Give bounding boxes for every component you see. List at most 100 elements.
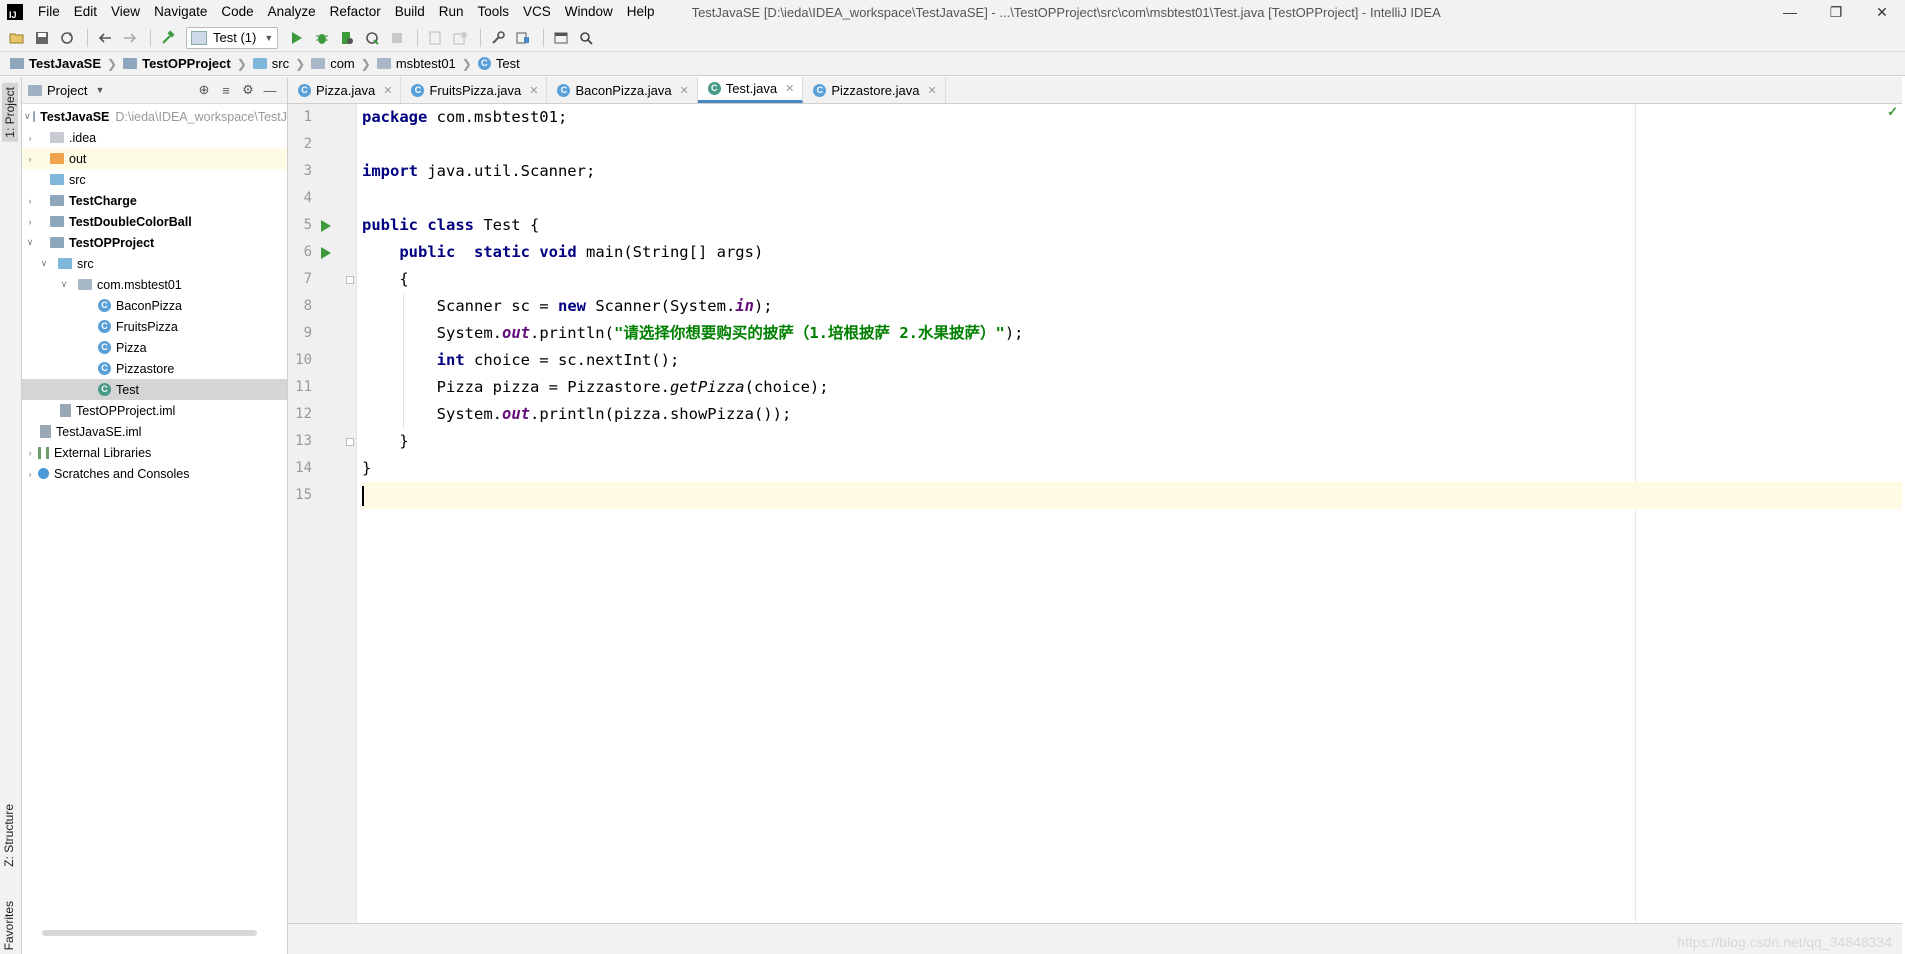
tree-item-package[interactable]: ∨ com.msbtest01 bbox=[22, 274, 287, 295]
structure-icon[interactable] bbox=[512, 27, 534, 49]
menu-analyze[interactable]: Analyze bbox=[261, 0, 323, 24]
terminal-icon[interactable] bbox=[550, 27, 572, 49]
code-editor[interactable]: 1 2 3 4 5 6 7 8 9 10 11 12 13 14 15 pack… bbox=[288, 104, 1902, 924]
tree-item-testjavase-iml[interactable]: TestJavaSE.iml bbox=[22, 421, 287, 442]
run-gutter-icon[interactable] bbox=[321, 220, 331, 232]
menu-tools[interactable]: Tools bbox=[471, 0, 517, 24]
sdk-icon[interactable] bbox=[449, 27, 471, 49]
menu-run[interactable]: Run bbox=[432, 0, 471, 24]
close-icon[interactable]: ✕ bbox=[927, 84, 936, 97]
coverage-icon[interactable] bbox=[336, 27, 358, 49]
close-icon[interactable]: ✕ bbox=[680, 84, 689, 97]
back-icon[interactable] bbox=[94, 27, 116, 49]
project-panel-title[interactable]: Project bbox=[47, 83, 87, 98]
forward-icon[interactable] bbox=[119, 27, 141, 49]
tool-tab-project[interactable]: 1: Project bbox=[2, 83, 18, 142]
menu-window[interactable]: Window bbox=[558, 0, 620, 24]
tree-item-pizza[interactable]: C Pizza bbox=[22, 337, 287, 358]
restore-button[interactable]: ❐ bbox=[1813, 0, 1859, 24]
line-number: 8 bbox=[303, 298, 312, 314]
tree-item-testcharge[interactable]: › TestCharge bbox=[22, 190, 287, 211]
tab-baconpizza-java[interactable]: C BaconPizza.java ✕ bbox=[547, 77, 698, 103]
chevron-down-icon[interactable]: ∨ bbox=[24, 111, 31, 122]
breadcrumb-item[interactable]: src bbox=[252, 56, 289, 71]
tab-pizza-java[interactable]: C Pizza.java ✕ bbox=[288, 77, 402, 103]
tree-item-src[interactable]: ∨ src bbox=[22, 253, 287, 274]
class-icon: C bbox=[411, 83, 425, 97]
tree-item-testopproject[interactable]: ∨ TestOPProject bbox=[22, 232, 287, 253]
profile-icon[interactable] bbox=[361, 27, 383, 49]
chevron-right-icon[interactable]: › bbox=[24, 196, 36, 206]
gear-icon[interactable]: ⚙ bbox=[237, 82, 259, 98]
locate-icon[interactable]: ⊕ bbox=[193, 82, 215, 98]
sync-icon[interactable] bbox=[56, 27, 78, 49]
menu-build[interactable]: Build bbox=[388, 0, 432, 24]
package-icon bbox=[376, 58, 391, 69]
close-icon[interactable]: ✕ bbox=[383, 84, 392, 97]
chevron-down-icon[interactable]: ∨ bbox=[24, 237, 36, 248]
fold-icon[interactable] bbox=[346, 276, 354, 284]
build-icon[interactable] bbox=[157, 27, 179, 49]
tree-item-pizzastore[interactable]: C Pizzastore bbox=[22, 358, 287, 379]
collapse-all-icon[interactable]: ≡ bbox=[215, 83, 237, 98]
menu-help[interactable]: Help bbox=[620, 0, 662, 24]
tree-item-out[interactable]: › out bbox=[22, 148, 287, 169]
run-gutter-icon[interactable] bbox=[321, 247, 331, 259]
code-area[interactable]: package com.msbtest01; import java.util.… bbox=[362, 104, 1902, 924]
menu-vcs[interactable]: VCS bbox=[516, 0, 558, 24]
menu-code[interactable]: Code bbox=[214, 0, 260, 24]
debug-icon[interactable] bbox=[311, 27, 333, 49]
tree-item-baconpizza[interactable]: C BaconPizza bbox=[22, 295, 287, 316]
breadcrumb-item[interactable]: TestOPProject bbox=[123, 56, 231, 71]
chevron-right-icon[interactable]: › bbox=[24, 154, 36, 164]
close-button[interactable]: ✕ bbox=[1859, 0, 1905, 24]
menu-refactor[interactable]: Refactor bbox=[323, 0, 388, 24]
tree-item-src[interactable]: src bbox=[22, 169, 287, 190]
chevron-down-icon[interactable]: ∨ bbox=[38, 258, 50, 269]
run-configuration-select[interactable]: Test (1) ▼ bbox=[186, 26, 279, 49]
tool-tab-structure[interactable]: Z: Structure bbox=[2, 804, 16, 867]
tree-item-testopproject-iml[interactable]: TestOPProject.iml bbox=[22, 400, 287, 421]
tab-test-java[interactable]: C Test.java ✕ bbox=[697, 77, 804, 103]
tree-item-fruitspizza[interactable]: C FruitsPizza bbox=[22, 316, 287, 337]
stop-icon[interactable] bbox=[386, 27, 408, 49]
chevron-right-icon[interactable]: › bbox=[24, 469, 36, 479]
search-icon[interactable] bbox=[575, 27, 597, 49]
open-icon[interactable] bbox=[6, 27, 28, 49]
breadcrumb-item[interactable]: TestJavaSE bbox=[10, 56, 101, 71]
tree-item-external-libraries[interactable]: › External Libraries bbox=[22, 442, 287, 463]
iml-file-icon bbox=[60, 404, 71, 417]
hide-icon[interactable]: — bbox=[259, 83, 281, 98]
run-icon[interactable] bbox=[286, 27, 308, 49]
runnable-class-icon: C bbox=[98, 383, 111, 396]
chevron-down-icon[interactable]: ∨ bbox=[58, 279, 70, 290]
settings-icon[interactable] bbox=[487, 27, 509, 49]
save-icon[interactable] bbox=[31, 27, 53, 49]
close-icon[interactable]: ✕ bbox=[529, 84, 538, 97]
tool-tab-favorites[interactable]: Favorites bbox=[2, 901, 16, 950]
chevron-right-icon[interactable]: › bbox=[24, 217, 36, 227]
module-folder-icon bbox=[10, 58, 24, 69]
project-structure-icon[interactable] bbox=[424, 27, 446, 49]
minimize-button[interactable]: — bbox=[1767, 0, 1813, 24]
breadcrumb-item[interactable]: C Test bbox=[477, 56, 520, 71]
breadcrumb-item[interactable]: msbtest01 bbox=[376, 56, 456, 71]
breadcrumb-item[interactable]: com bbox=[311, 56, 355, 71]
menu-file[interactable]: File bbox=[31, 0, 67, 24]
tree-item-testjavase[interactable]: ∨ TestJavaSE D:\ieda\IDEA_workspace\Test… bbox=[22, 106, 287, 127]
tree-item-scratches[interactable]: › Scratches and Consoles bbox=[22, 463, 287, 484]
tab-fruitspizza-java[interactable]: C FruitsPizza.java ✕ bbox=[401, 77, 548, 103]
tree-item-testdoublecolorball[interactable]: › TestDoubleColorBall bbox=[22, 211, 287, 232]
tree-item-idea[interactable]: › .idea bbox=[22, 127, 287, 148]
fold-icon[interactable] bbox=[346, 438, 354, 446]
chevron-right-icon[interactable]: › bbox=[24, 448, 36, 458]
menu-edit[interactable]: Edit bbox=[67, 0, 104, 24]
menu-navigate[interactable]: Navigate bbox=[147, 0, 214, 24]
tree-item-test[interactable]: C Test bbox=[22, 379, 287, 400]
close-icon[interactable]: ✕ bbox=[785, 82, 794, 95]
tab-pizzastore-java[interactable]: C Pizzastore.java ✕ bbox=[803, 77, 946, 103]
chevron-right-icon[interactable]: › bbox=[24, 133, 36, 143]
menu-view[interactable]: View bbox=[104, 0, 147, 24]
horizontal-scrollbar[interactable] bbox=[42, 930, 257, 936]
chevron-down-icon[interactable]: ▼ bbox=[95, 85, 104, 95]
